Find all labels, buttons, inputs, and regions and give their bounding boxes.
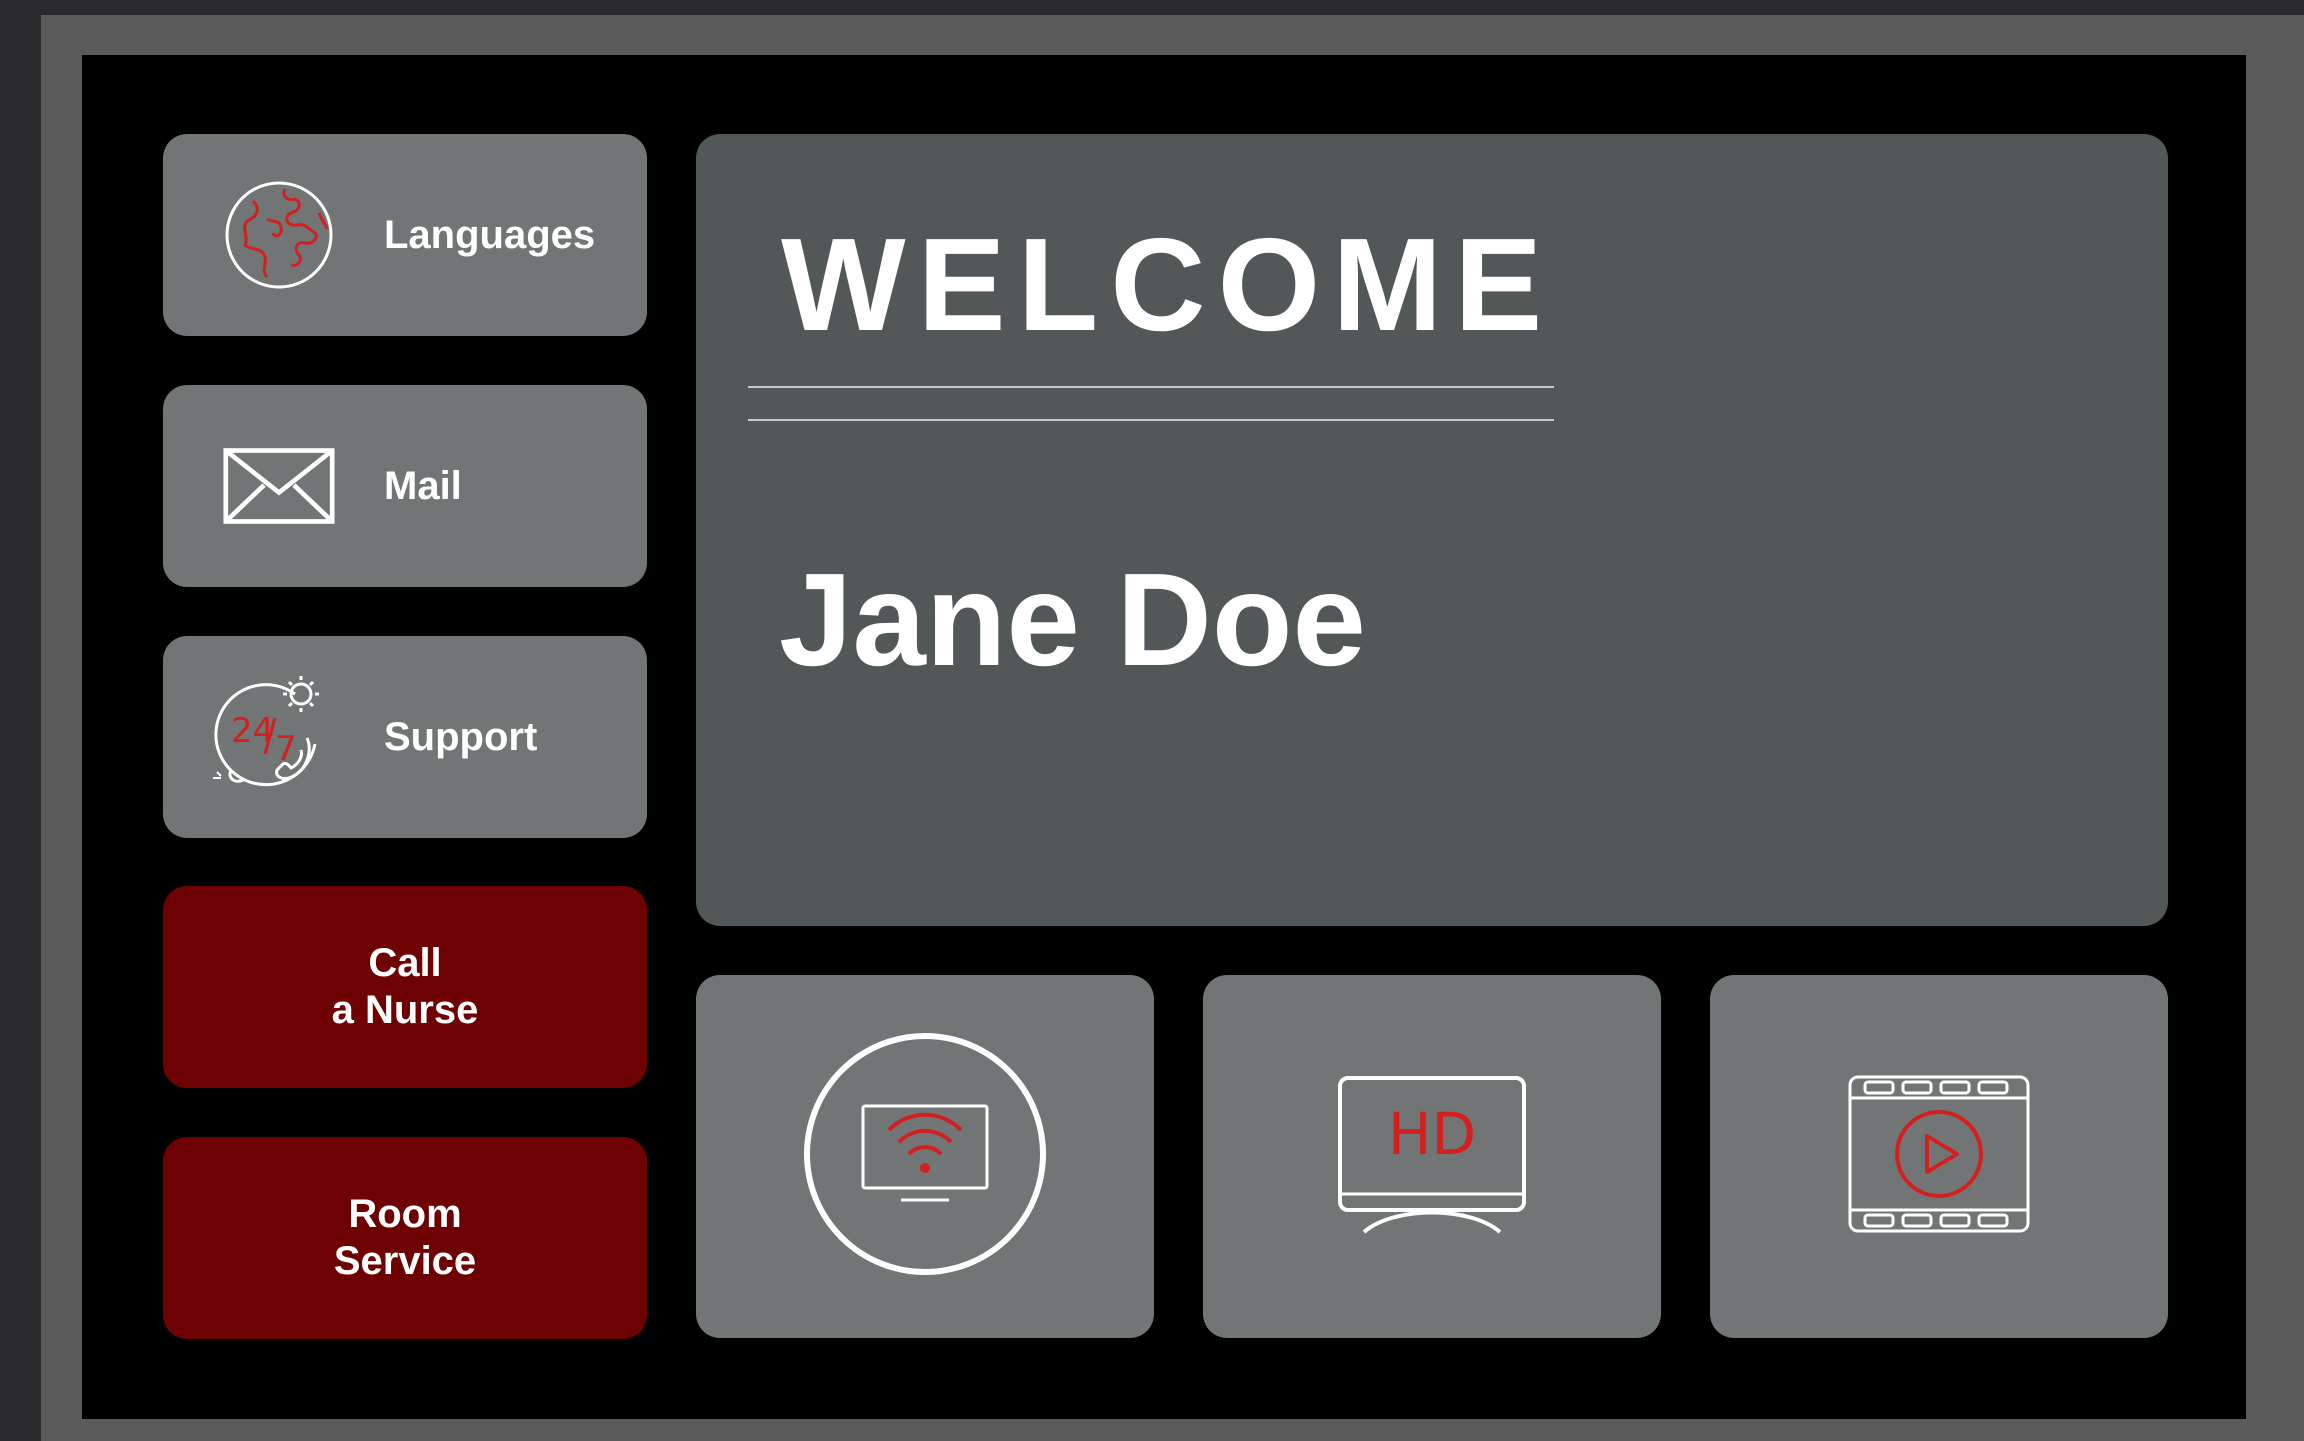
support-247-icon: 24 7	[203, 672, 333, 802]
hd-tv-icon: HD	[1334, 1072, 1530, 1241]
room-service-label: Room Service	[333, 1192, 477, 1283]
video-player-button[interactable]	[1710, 975, 2168, 1338]
globe-icon	[223, 179, 335, 291]
video-player-icon	[1847, 1074, 2031, 1239]
mail-button[interactable]: Mail	[163, 385, 647, 587]
divider-bottom	[748, 419, 1554, 421]
svg-text:HD: HD	[1388, 1100, 1476, 1168]
guest-name: Jane Doe	[779, 546, 1366, 693]
call-nurse-label: Call a Nurse	[331, 941, 479, 1032]
welcome-title: WELCOME	[781, 211, 1555, 358]
call-nurse-button[interactable]: Call a Nurse	[163, 886, 647, 1088]
wireless-screen-icon	[803, 1032, 1047, 1281]
mail-label: Mail	[384, 463, 462, 508]
room-service-button[interactable]: Room Service	[163, 1137, 647, 1339]
hd-tv-button[interactable]: HD	[1203, 975, 1661, 1338]
screen-cast-button[interactable]	[696, 975, 1154, 1338]
support-label: Support	[384, 714, 538, 759]
divider-top	[748, 386, 1554, 388]
envelope-icon	[223, 430, 335, 542]
languages-button[interactable]: Languages	[163, 134, 647, 336]
languages-label: Languages	[384, 212, 596, 257]
support-button[interactable]: 24 7 Support	[163, 636, 647, 838]
